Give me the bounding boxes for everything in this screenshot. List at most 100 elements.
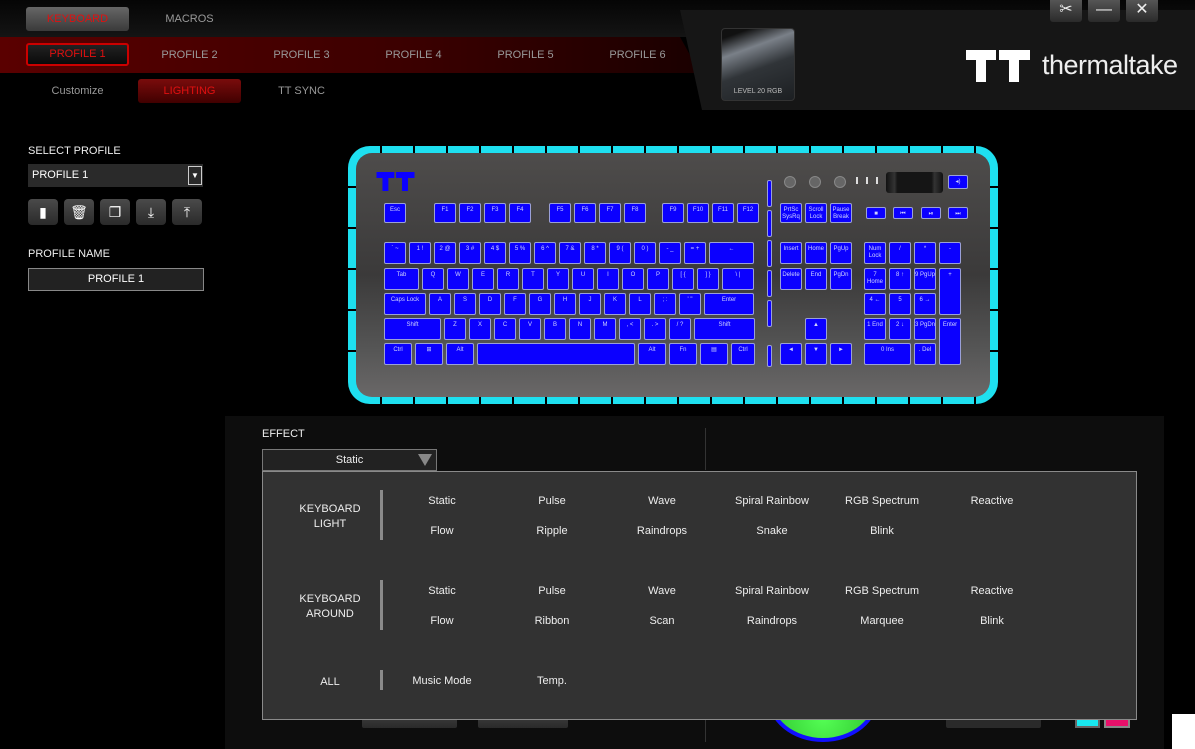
key[interactable]: [ { bbox=[672, 268, 694, 290]
key[interactable]: Shift bbox=[694, 318, 755, 340]
key[interactable]: O bbox=[622, 268, 644, 290]
tab-keyboard[interactable]: KEYBOARD bbox=[26, 7, 129, 31]
copy-icon[interactable]: ❐ bbox=[100, 199, 130, 225]
key-nav[interactable]: PgDn bbox=[830, 268, 852, 290]
key[interactable]: Z bbox=[444, 318, 466, 340]
key-numpad[interactable]: * bbox=[914, 242, 936, 264]
key-numpad-0[interactable]: 0 Ins bbox=[864, 343, 911, 365]
key[interactable]: V bbox=[519, 318, 541, 340]
key-mute[interactable]: ◂) bbox=[948, 175, 968, 189]
key-numpad[interactable]: 2 ↓ bbox=[889, 318, 911, 340]
new-profile-icon[interactable]: ▮ bbox=[28, 199, 58, 225]
effect-option[interactable]: Spiral Rainbow bbox=[717, 495, 827, 507]
key-f10[interactable]: F10 bbox=[687, 203, 709, 223]
key[interactable] bbox=[477, 343, 635, 365]
key-numpad-plus[interactable]: + bbox=[939, 268, 961, 315]
key-light-strip[interactable] bbox=[767, 345, 772, 367]
tab-customize[interactable]: Customize bbox=[26, 79, 129, 103]
key[interactable]: 2 @ bbox=[434, 242, 456, 264]
key-numpad[interactable]: 6 → bbox=[914, 293, 936, 315]
effect-option[interactable]: Pulse bbox=[497, 495, 607, 507]
key-f12[interactable]: F12 bbox=[737, 203, 759, 223]
profile-tab-4[interactable]: PROFILE 4 bbox=[362, 43, 465, 67]
profile-tab-1[interactable]: PROFILE 1 bbox=[26, 43, 129, 66]
key[interactable]: 7 & bbox=[559, 242, 581, 264]
key-numpad[interactable]: 9 PgUp bbox=[914, 268, 936, 290]
key[interactable]: U bbox=[572, 268, 594, 290]
key[interactable]: 5 % bbox=[509, 242, 531, 264]
key[interactable]: A bbox=[429, 293, 451, 315]
key[interactable]: T bbox=[522, 268, 544, 290]
volume-roller[interactable] bbox=[886, 172, 943, 193]
key[interactable]: Ctrl bbox=[384, 343, 412, 365]
keyboard-tt-logo[interactable] bbox=[376, 172, 415, 196]
minimize-icon[interactable]: — bbox=[1088, 0, 1120, 22]
profile-name-input[interactable]: PROFILE 1 bbox=[28, 268, 204, 291]
export-icon[interactable]: ⤒ bbox=[172, 199, 202, 225]
key-nav[interactable]: Pause Break bbox=[830, 203, 852, 223]
key[interactable]: Shift bbox=[384, 318, 441, 340]
key[interactable]: 3 # bbox=[459, 242, 481, 264]
key[interactable]: N bbox=[569, 318, 591, 340]
key[interactable]: 8 * bbox=[584, 242, 606, 264]
key-light-strip[interactable] bbox=[767, 180, 772, 207]
effect-option[interactable]: Pulse bbox=[497, 585, 607, 597]
key[interactable]: I bbox=[597, 268, 619, 290]
key-f5[interactable]: F5 bbox=[549, 203, 571, 223]
key-numpad[interactable]: 4 ← bbox=[864, 293, 886, 315]
key[interactable]: \ | bbox=[722, 268, 754, 290]
effect-option[interactable]: Raindrops bbox=[607, 525, 717, 537]
key-f3[interactable]: F3 bbox=[484, 203, 506, 223]
key-numpad[interactable]: / bbox=[889, 242, 911, 264]
key[interactable]: H bbox=[554, 293, 576, 315]
key[interactable]: 6 ^ bbox=[534, 242, 556, 264]
effect-option[interactable]: RGB Spectrum bbox=[827, 495, 937, 507]
key[interactable]: Alt bbox=[446, 343, 474, 365]
key-light-strip[interactable] bbox=[767, 270, 772, 297]
key[interactable]: S bbox=[454, 293, 476, 315]
key-esc[interactable]: Esc bbox=[384, 203, 406, 223]
key-f9[interactable]: F9 bbox=[662, 203, 684, 223]
effect-option[interactable]: Reactive bbox=[937, 495, 1047, 507]
key[interactable]: K bbox=[604, 293, 626, 315]
key[interactable]: Alt bbox=[638, 343, 666, 365]
key[interactable]: Enter bbox=[704, 293, 754, 315]
key[interactable]: ← bbox=[709, 242, 754, 264]
effect-option[interactable]: Ribbon bbox=[497, 615, 607, 627]
effect-option[interactable]: Blink bbox=[827, 525, 937, 537]
key-nav[interactable]: Delete bbox=[780, 268, 802, 290]
key-numpad[interactable]: 7 Home bbox=[864, 268, 886, 290]
key-light-strip[interactable] bbox=[767, 240, 772, 267]
key[interactable]: 4 $ bbox=[484, 242, 506, 264]
key[interactable]: B bbox=[544, 318, 566, 340]
key[interactable]: Caps Lock bbox=[384, 293, 426, 315]
key[interactable]: ⊞ bbox=[415, 343, 443, 365]
key-numpad[interactable]: - bbox=[939, 242, 961, 264]
effect-option[interactable]: Wave bbox=[607, 585, 717, 597]
key-numpad-del[interactable]: . Del bbox=[914, 343, 936, 365]
key-numpad-enter[interactable]: Enter bbox=[939, 318, 961, 365]
effect-option[interactable]: Scan bbox=[607, 615, 717, 627]
key-media[interactable]: ⏭ bbox=[948, 207, 968, 219]
key[interactable]: W bbox=[447, 268, 469, 290]
delete-icon[interactable]: 🗑 bbox=[64, 199, 94, 225]
effect-option[interactable]: Blink bbox=[937, 615, 1047, 627]
key-arrow-down[interactable]: ▼ bbox=[805, 343, 827, 365]
key-f11[interactable]: F11 bbox=[712, 203, 734, 223]
effect-option[interactable]: Flow bbox=[387, 525, 497, 537]
key-nav[interactable]: Home bbox=[805, 242, 827, 264]
key[interactable]: 9 ( bbox=[609, 242, 631, 264]
key-media[interactable]: ⏯ bbox=[921, 207, 941, 219]
key-nav[interactable]: End bbox=[805, 268, 827, 290]
profile-tab-5[interactable]: PROFILE 5 bbox=[474, 43, 577, 67]
key[interactable]: Q bbox=[422, 268, 444, 290]
key-numpad[interactable]: 3 PgDn bbox=[914, 318, 936, 340]
key-arrow-right[interactable]: ► bbox=[830, 343, 852, 365]
key-light-strip[interactable] bbox=[767, 210, 772, 237]
key[interactable]: F bbox=[504, 293, 526, 315]
effect-option[interactable]: Spiral Rainbow bbox=[717, 585, 827, 597]
tab-lighting[interactable]: LIGHTING bbox=[138, 79, 241, 103]
key[interactable]: D bbox=[479, 293, 501, 315]
key[interactable]: Fn bbox=[669, 343, 697, 365]
key-f1[interactable]: F1 bbox=[434, 203, 456, 223]
